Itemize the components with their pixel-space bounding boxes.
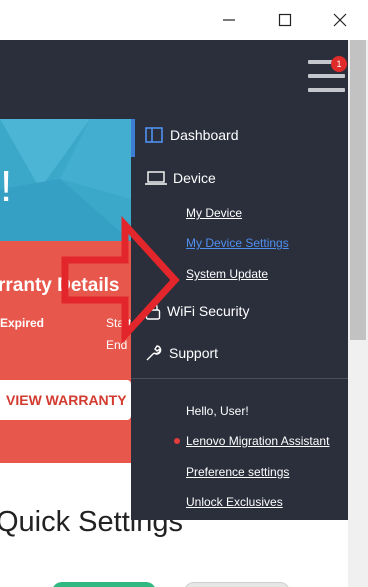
- dashboard-icon: [145, 127, 163, 143]
- app-header: [0, 40, 348, 119]
- hero-exclamation: !: [0, 162, 13, 211]
- active-indicator: [131, 119, 135, 157]
- quick-setting-toggle[interactable]: [52, 582, 156, 587]
- maximize-icon: [278, 13, 292, 27]
- notification-badge: 1: [331, 56, 347, 72]
- maximize-button[interactable]: [270, 6, 300, 34]
- close-button[interactable]: [325, 6, 355, 34]
- minimize-icon: [223, 19, 235, 21]
- link-unlock-exclusives[interactable]: Unlock Exclusives: [186, 495, 283, 509]
- scrollbar-thumb[interactable]: [350, 40, 366, 340]
- menu-bar: [308, 88, 345, 92]
- annotation-arrow: [61, 215, 180, 345]
- quick-setting-toggle[interactable]: [184, 582, 290, 587]
- window-titlebar: [0, 0, 368, 40]
- nav-label: Dashboard: [170, 127, 239, 143]
- menu-bar: [308, 74, 345, 78]
- nav-item-dashboard[interactable]: Dashboard: [145, 127, 239, 143]
- minimize-button[interactable]: [214, 6, 244, 34]
- app-content: ! rranty Details Expired Start End VIEW …: [0, 40, 348, 587]
- close-icon: [333, 13, 347, 27]
- warranty-status: Expired: [0, 316, 45, 330]
- link-preference-settings[interactable]: Preference settings: [186, 465, 289, 479]
